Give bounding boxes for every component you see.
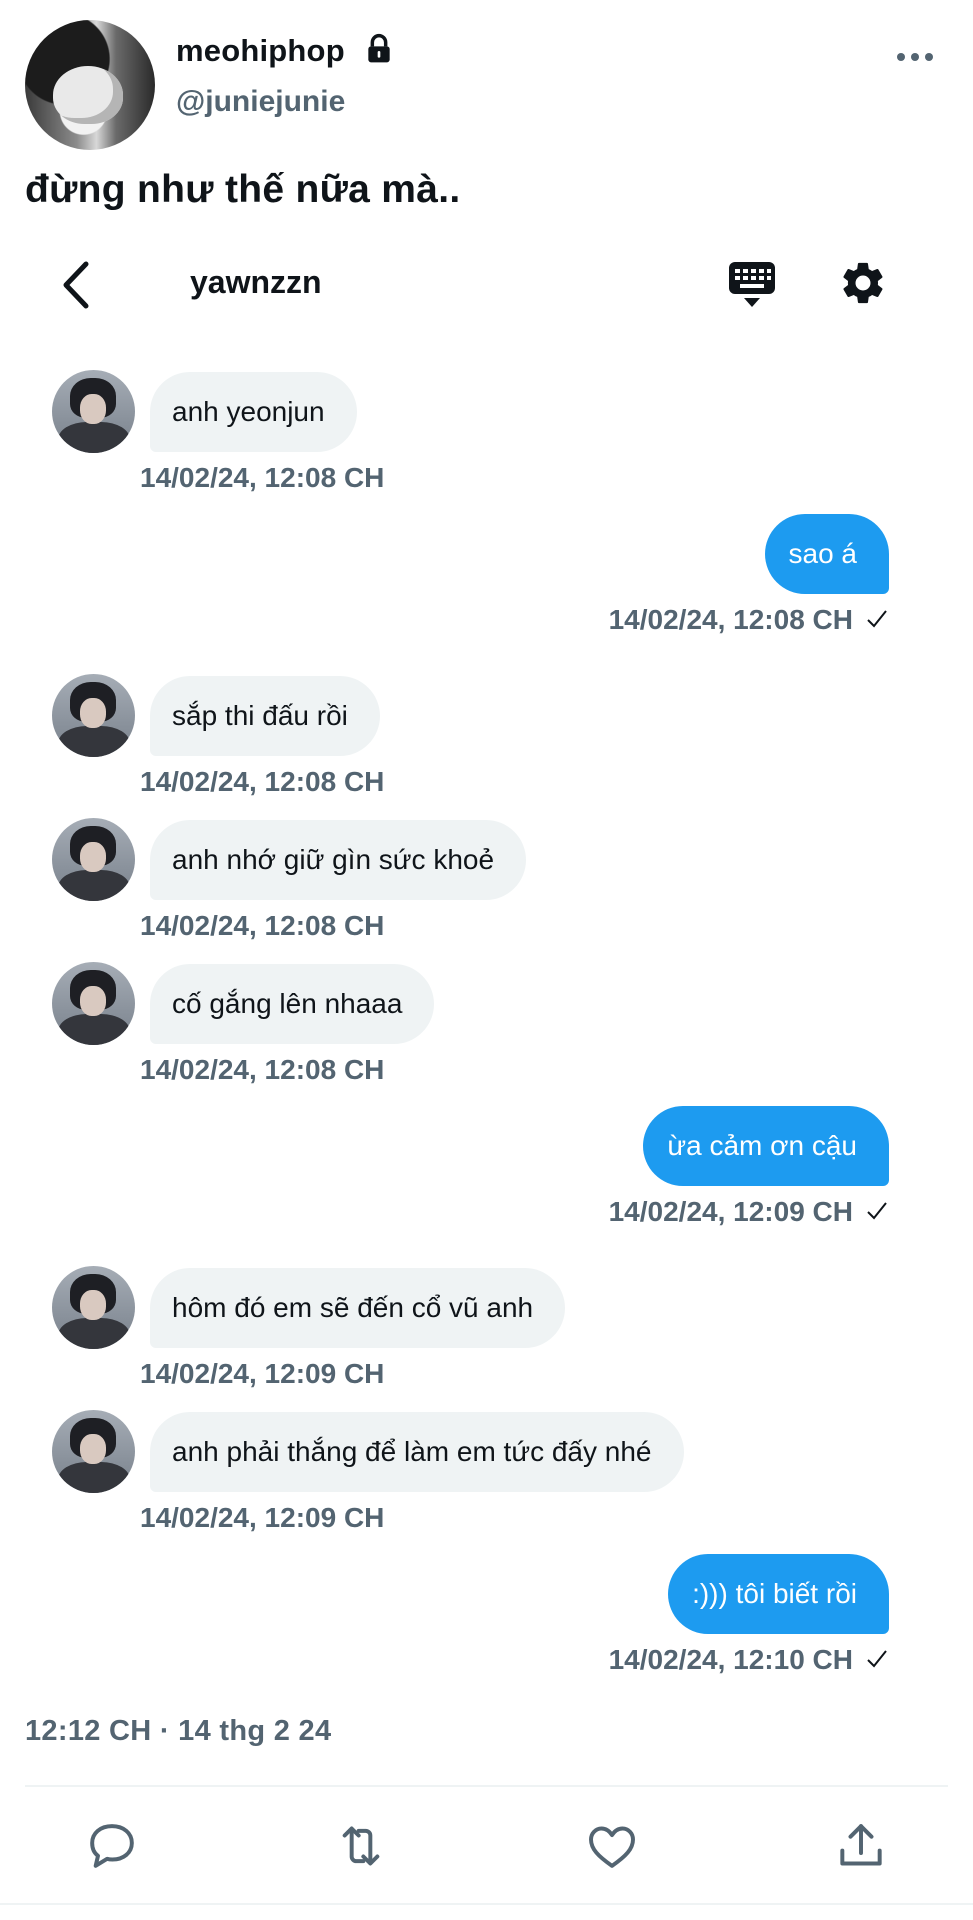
profile-avatar[interactable] bbox=[25, 20, 155, 150]
retweet-icon[interactable] bbox=[333, 1818, 389, 1874]
check-icon bbox=[867, 609, 887, 628]
message-timestamp-row: 14/02/24, 12:10 CH bbox=[609, 1644, 889, 1676]
share-icon[interactable] bbox=[833, 1818, 889, 1874]
message-bubble-outgoing: sao á bbox=[764, 514, 889, 594]
message-bubble-incoming: anh nhớ giữ gìn sức khoẻ bbox=[150, 820, 527, 900]
display-name[interactable]: meohiphop bbox=[176, 33, 345, 69]
message-timestamp-row: 14/02/24, 12:08 CH bbox=[609, 604, 889, 636]
tweet-timestamp[interactable]: 12:12 CH · 14 thg 2 24 bbox=[25, 1715, 331, 1748]
message-timestamp: 14/02/24, 12:09 CH bbox=[140, 1502, 385, 1533]
back-icon[interactable] bbox=[58, 260, 94, 310]
lock-icon bbox=[368, 33, 390, 63]
message-timestamp: 14/02/24, 12:08 CH bbox=[140, 910, 385, 941]
check-icon bbox=[867, 1201, 887, 1220]
message-timestamp: 14/02/24, 12:09 CH bbox=[608, 1196, 853, 1227]
keyboard-icon[interactable] bbox=[727, 260, 777, 310]
message-timestamp: 14/02/24, 12:09 CH bbox=[140, 1358, 385, 1389]
sender-avatar[interactable] bbox=[52, 962, 135, 1045]
sender-avatar[interactable] bbox=[52, 1266, 135, 1349]
divider bbox=[0, 1903, 973, 1905]
message-timestamp: 14/02/24, 12:08 CH bbox=[140, 462, 385, 493]
message-bubble-incoming: anh yeonjun bbox=[150, 372, 357, 452]
message-timestamp: 14/02/24, 12:10 CH bbox=[608, 1644, 853, 1675]
message-bubble-incoming: sắp thi đấu rồi bbox=[150, 676, 380, 756]
sender-avatar[interactable] bbox=[52, 1410, 135, 1493]
sender-avatar[interactable] bbox=[52, 674, 135, 757]
message-bubble-outgoing: :))) tôi biết rồi bbox=[668, 1554, 889, 1634]
message-bubble-outgoing: ừa cảm ơn cậu bbox=[643, 1106, 889, 1186]
user-handle[interactable]: @juniejunie bbox=[176, 85, 345, 119]
message-timestamp-row: 14/02/24, 12:09 CH bbox=[609, 1196, 889, 1228]
message-timestamp: 14/02/24, 12:08 CH bbox=[140, 766, 385, 797]
message-bubble-incoming: hôm đó em sẽ đến cổ vũ anh bbox=[150, 1268, 566, 1348]
conversation-title: yawnzzn bbox=[190, 264, 322, 300]
gear-icon[interactable] bbox=[838, 258, 888, 308]
tweet-text: đừng như thế nữa mà.. bbox=[25, 168, 461, 211]
check-icon bbox=[867, 1649, 887, 1668]
sender-avatar[interactable] bbox=[52, 370, 135, 453]
message-bubble-incoming: cố gắng lên nhaaa bbox=[150, 964, 435, 1044]
sender-avatar[interactable] bbox=[52, 818, 135, 901]
message-timestamp: 14/02/24, 12:08 CH bbox=[608, 604, 853, 635]
divider bbox=[25, 1785, 948, 1787]
like-icon[interactable] bbox=[584, 1818, 640, 1874]
more-icon[interactable] bbox=[895, 50, 935, 64]
reply-icon[interactable] bbox=[84, 1818, 140, 1874]
message-timestamp: 14/02/24, 12:08 CH bbox=[140, 1054, 385, 1085]
message-bubble-incoming: anh phải thắng để làm em tức đấy nhé bbox=[150, 1412, 684, 1492]
